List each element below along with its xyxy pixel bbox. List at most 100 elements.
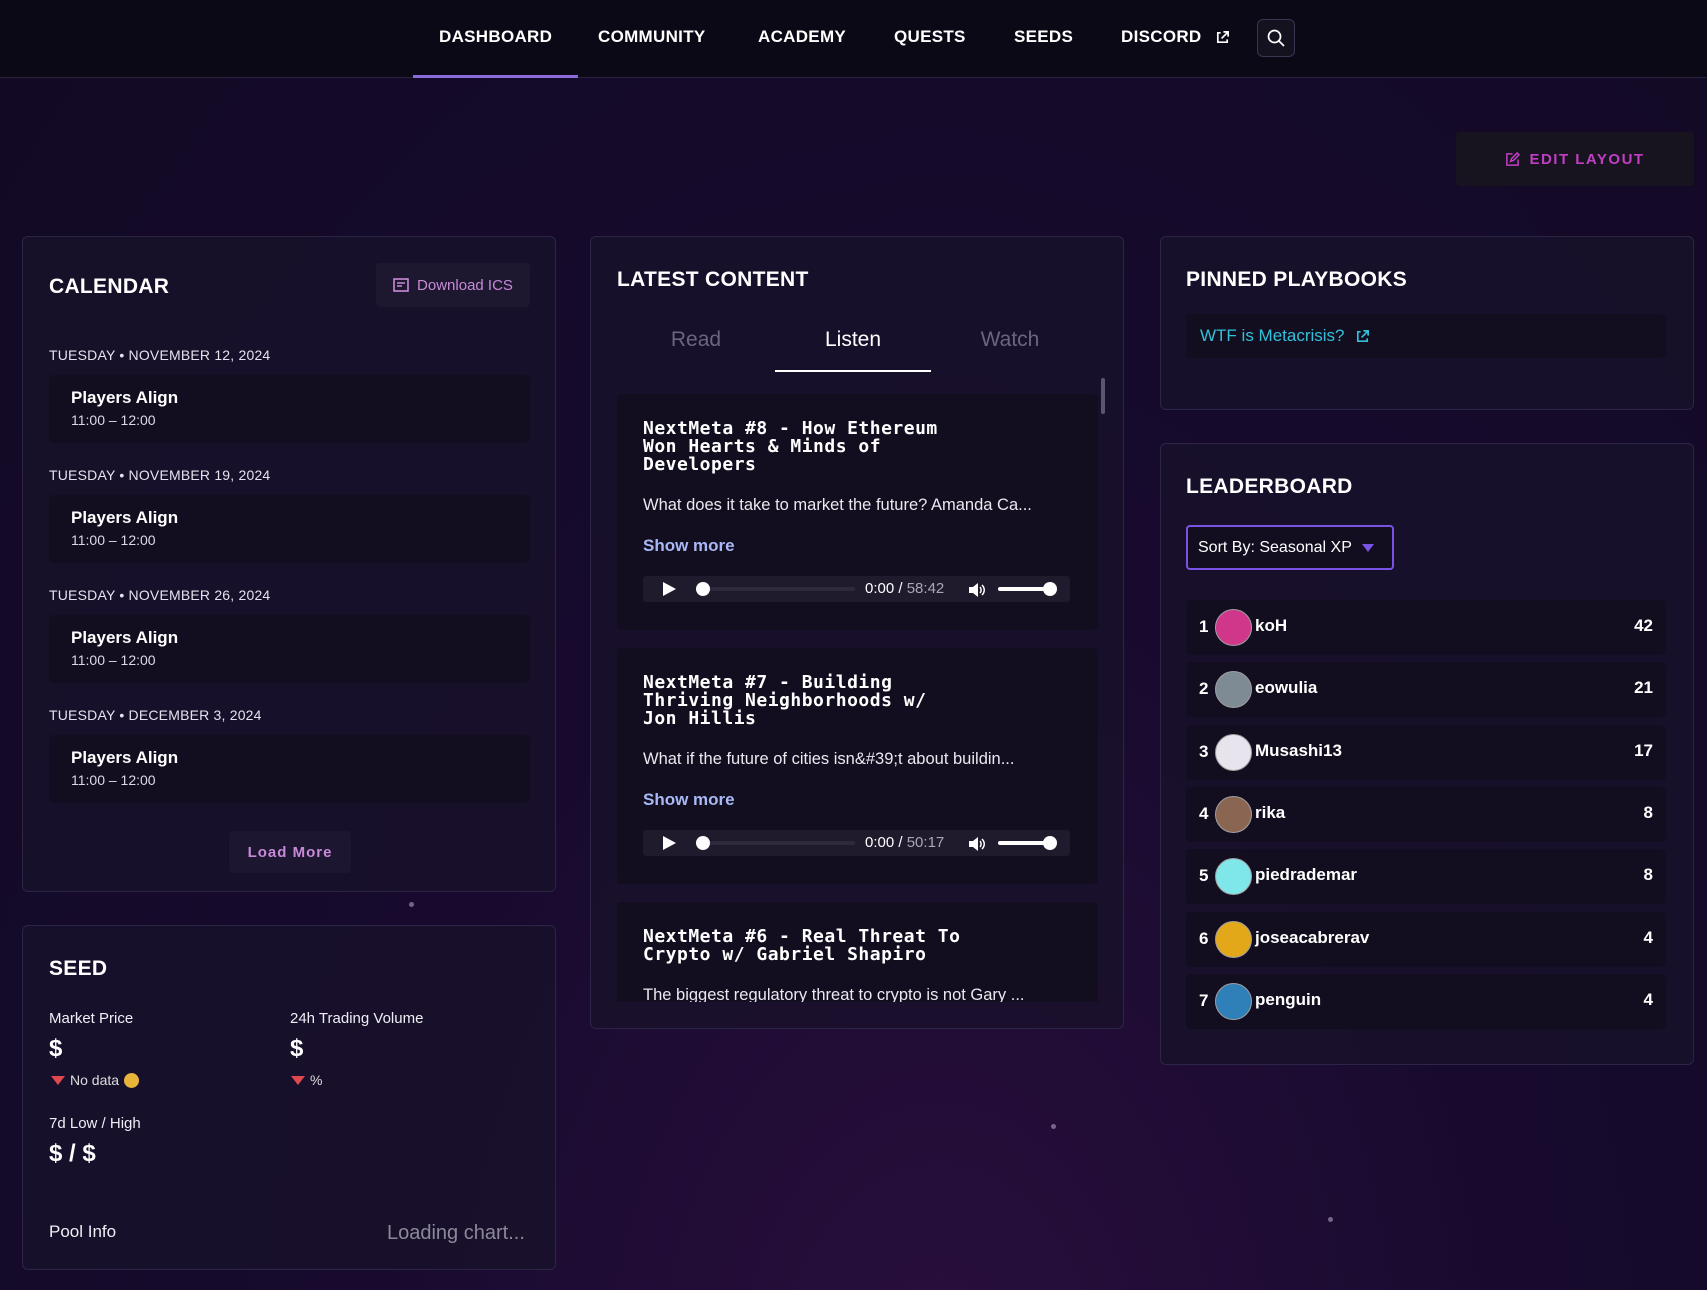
pinned-playbooks-title: PINNED PLAYBOOKS [1186, 268, 1408, 291]
nav-academy[interactable]: ACADEMY [758, 0, 846, 78]
calendar-event[interactable]: Players Align 11:00 – 12:00 [49, 615, 530, 683]
content-card-title: NextMeta #7 - Building Thriving Neighbor… [643, 672, 927, 729]
tab-watch[interactable]: Watch [932, 328, 1088, 372]
download-ics-button[interactable]: Download ICS [376, 263, 530, 307]
seek-handle[interactable] [696, 582, 710, 596]
nav-discord[interactable]: DISCORD [1121, 0, 1230, 78]
leaderboard-title: LEADERBOARD [1186, 475, 1353, 498]
market-price-label: Market Price [49, 1010, 134, 1027]
playbook-link-label: WTF is Metacrisis? [1200, 326, 1345, 345]
leaderboard-score: 4 [1643, 990, 1653, 1009]
calendar-icon [393, 278, 409, 292]
audio-player: 0:00 / 58:42 [643, 576, 1070, 602]
edit-layout-label: EDIT LAYOUT [1529, 150, 1645, 168]
calendar-title: CALENDAR [49, 275, 170, 298]
leaderboard-rank: 2 [1199, 679, 1209, 698]
tab-listen[interactable]: Listen [775, 328, 931, 372]
seek-bar[interactable] [707, 587, 855, 591]
avatar [1215, 983, 1252, 1020]
tab-read[interactable]: Read [618, 328, 774, 372]
scrollbar[interactable] [1101, 378, 1105, 414]
search-button[interactable] [1257, 19, 1295, 57]
event-title: Players Align [71, 508, 179, 527]
leaderboard-score: 4 [1643, 928, 1653, 947]
audio-player: 0:00 / 50:17 [643, 830, 1070, 856]
down-arrow-icon [51, 1075, 65, 1085]
play-icon[interactable] [663, 836, 676, 850]
leaderboard-row[interactable]: 7 penguin 4 [1186, 974, 1666, 1029]
leaderboard-row[interactable]: 2 eowulia 21 [1186, 662, 1666, 717]
nav-community[interactable]: COMMUNITY [598, 0, 706, 78]
volume-label: 24h Trading Volume [290, 1010, 424, 1027]
playbook-link[interactable]: WTF is Metacrisis? [1186, 314, 1666, 358]
volume-slider[interactable] [998, 587, 1048, 591]
leaderboard-row[interactable]: 6 joseacabrerav 4 [1186, 912, 1666, 967]
avatar [1215, 921, 1252, 958]
leaderboard-rank: 7 [1199, 991, 1209, 1010]
volume-handle[interactable] [1043, 582, 1057, 596]
leaderboard-rank: 3 [1199, 742, 1209, 761]
pool-chart-status: Loading chart... [387, 1222, 525, 1244]
leaderboard-name: koH [1255, 616, 1288, 635]
range-value: $ / $ [49, 1140, 96, 1167]
avatar [1215, 858, 1252, 895]
background-star [409, 902, 414, 907]
event-date: TUESDAY • NOVEMBER 19, 2024 [49, 467, 271, 483]
leaderboard-score: 42 [1634, 616, 1653, 635]
leaderboard-score: 8 [1643, 803, 1653, 822]
event-title: Players Align [71, 388, 179, 407]
content-card-title: NextMeta #8 - How Ethereum Won Hearts & … [643, 418, 938, 475]
calendar-event[interactable]: Players Align 11:00 – 12:00 [49, 375, 530, 443]
show-more-link[interactable]: Show more [643, 536, 735, 556]
duration: 58:42 [906, 580, 945, 597]
edit-icon [1506, 151, 1521, 166]
volume-change: % [291, 1072, 322, 1088]
content-card-description: The biggest regulatory threat to crypto … [643, 986, 1025, 1002]
current-time: 0:00 [865, 580, 895, 597]
edit-layout-button[interactable]: EDIT LAYOUT [1456, 132, 1694, 186]
sort-dropdown[interactable]: Sort By: Seasonal XP [1186, 525, 1394, 570]
volume-icon[interactable] [968, 582, 986, 598]
external-link-icon [1356, 329, 1369, 342]
leaderboard-name: piedrademar [1255, 865, 1358, 884]
content-card: NextMeta #8 - How Ethereum Won Hearts & … [617, 394, 1098, 630]
content-card-title: NextMeta #6 - Real Threat To Crypto w/ G… [643, 926, 961, 965]
download-ics-label: Download ICS [417, 276, 513, 294]
calendar-event[interactable]: Players Align 11:00 – 12:00 [49, 495, 530, 563]
leaderboard-score: 17 [1634, 741, 1653, 760]
volume-change-text: % [310, 1072, 323, 1088]
leaderboard-row[interactable]: 4 rika 8 [1186, 787, 1666, 842]
playback-time: 0:00 / 50:17 [865, 834, 945, 851]
avatar [1215, 609, 1252, 646]
show-more-link[interactable]: Show more [643, 790, 735, 810]
leaderboard-name: rika [1255, 803, 1286, 822]
leaderboard-rank: 5 [1199, 866, 1209, 885]
chevron-down-icon [1361, 543, 1374, 552]
market-price-value: $ [49, 1035, 63, 1062]
play-icon[interactable] [663, 582, 676, 596]
avatar [1215, 734, 1252, 771]
nav-quests[interactable]: QUESTS [894, 0, 966, 78]
nav-dashboard[interactable]: DASHBOARD [412, 0, 579, 78]
event-date: TUESDAY • NOVEMBER 12, 2024 [49, 347, 271, 363]
leaderboard-row[interactable]: 5 piedrademar 8 [1186, 849, 1666, 904]
volume-handle[interactable] [1043, 836, 1057, 850]
nav-seeds[interactable]: SEEDS [1014, 0, 1073, 78]
leaderboard-row[interactable]: 3 Musashi13 17 [1186, 725, 1666, 780]
current-time: 0:00 [865, 834, 895, 851]
leaderboard-rank: 4 [1199, 804, 1209, 823]
leaderboard-name: joseacabrerav [1255, 928, 1370, 947]
event-time: 11:00 – 12:00 [71, 652, 156, 668]
down-arrow-icon [291, 1075, 305, 1085]
leaderboard-name: eowulia [1255, 678, 1318, 697]
calendar-event[interactable]: Players Align 11:00 – 12:00 [49, 735, 530, 803]
content-list: NextMeta #8 - How Ethereum Won Hearts & … [617, 394, 1098, 1002]
volume-icon[interactable] [968, 836, 986, 852]
load-more-button[interactable]: Load More [229, 831, 351, 873]
volume-slider[interactable] [998, 841, 1048, 845]
seek-handle[interactable] [696, 836, 710, 850]
leaderboard-row[interactable]: 1 koH 42 [1186, 600, 1666, 655]
latest-content-title: LATEST CONTENT [617, 268, 809, 291]
content-card: NextMeta #7 - Building Thriving Neighbor… [617, 648, 1098, 884]
seek-bar[interactable] [707, 841, 855, 845]
